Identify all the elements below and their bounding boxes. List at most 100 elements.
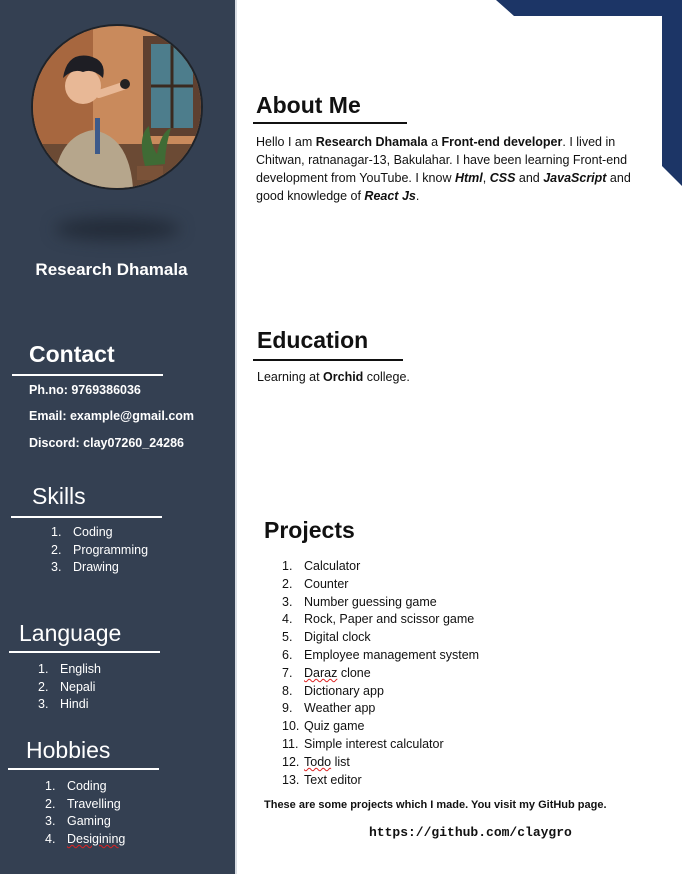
text: JavaScript xyxy=(543,171,607,185)
contact-phone: Ph.no: 9769386036 xyxy=(29,383,141,397)
list-item: 2. Travelling xyxy=(45,796,125,814)
list-label: Rock, Paper and scissor game xyxy=(304,612,475,627)
about-heading: About Me xyxy=(256,92,361,118)
list-item: 1. English xyxy=(38,661,101,679)
text: CSS xyxy=(489,171,516,185)
list-label: Calculator xyxy=(304,559,361,573)
list-item: 2. Counter xyxy=(282,576,479,594)
list-label: Quiz game xyxy=(304,719,365,734)
list-number: 10. xyxy=(282,719,300,734)
list-label: list xyxy=(331,754,350,769)
list-number: 1. xyxy=(51,525,62,539)
skills-list: 1. Coding 2. Programming 3. Drawing xyxy=(51,524,148,577)
list-number: 2. xyxy=(45,796,56,811)
github-link[interactable]: https://github.com/claygro xyxy=(369,825,572,840)
text: a xyxy=(427,135,442,149)
profile-illustration xyxy=(33,26,201,188)
list-label: Nepali xyxy=(60,679,96,694)
hobbies-heading: Hobbies xyxy=(26,737,111,763)
contact-email: Email: example@gmail.com xyxy=(29,409,195,423)
list-number: 12. xyxy=(282,754,300,769)
contact-underline xyxy=(12,374,163,376)
list-label: English xyxy=(60,662,101,676)
list-number: 5. xyxy=(282,630,293,645)
list-number: 11. xyxy=(282,736,299,751)
list-item: 1. Calculator xyxy=(282,558,479,576)
projects-note: These are some projects which I made. Yo… xyxy=(264,799,607,811)
language-list: 1. English 2. Nepali 3. Hindi xyxy=(38,661,101,714)
list-number: 1. xyxy=(38,662,49,676)
text: Hello I am xyxy=(256,135,316,149)
education-underline xyxy=(253,359,403,361)
profile-photo xyxy=(31,24,203,190)
list-number: 3. xyxy=(45,814,56,829)
contact-discord: Discord: clay07260_24286 xyxy=(29,436,184,450)
list-number: 3. xyxy=(282,594,293,609)
list-item: 5. Digital clock xyxy=(282,629,479,647)
list-label: Hindi xyxy=(60,697,89,712)
list-item: 4. Rock, Paper and scissor game xyxy=(282,611,479,629)
education-heading: Education xyxy=(257,327,369,353)
list-label: Gaming xyxy=(67,814,111,829)
list-label: Counter xyxy=(304,576,349,591)
list-label: Todo xyxy=(304,754,332,769)
list-label: Weather app xyxy=(304,701,376,716)
text: . xyxy=(415,189,420,203)
list-number: 1. xyxy=(45,779,56,793)
text: Learning at xyxy=(257,370,324,384)
list-item: 13. Text editor xyxy=(282,772,479,790)
list-item: 3. Drawing xyxy=(51,559,148,577)
list-number: 8. xyxy=(282,683,293,698)
skills-heading: Skills xyxy=(32,483,86,509)
list-number: 6. xyxy=(282,647,293,662)
list-item: 3. Number guessing game xyxy=(282,594,479,612)
list-number: 7. xyxy=(282,665,293,680)
list-label: Digital clock xyxy=(304,630,371,645)
list-item: 2. Nepali xyxy=(38,679,101,697)
list-number: 3. xyxy=(51,560,62,575)
about-paragraph: Hello I am Research Dhamala a Front-end … xyxy=(256,133,636,205)
list-number: 9. xyxy=(282,701,293,716)
list-label: Travelling xyxy=(67,796,121,811)
sidebar-divider xyxy=(235,0,237,874)
list-label: Drawing xyxy=(73,560,119,575)
text: Html xyxy=(454,171,483,185)
list-label: Employee management system xyxy=(304,647,480,662)
list-item: 8. Dictionary app xyxy=(282,683,479,701)
text: , xyxy=(482,171,490,185)
list-number: 4. xyxy=(45,831,56,846)
text: Research Dhamala xyxy=(315,135,428,149)
list-item: 1. Coding xyxy=(51,524,148,542)
education-paragraph: Learning at Orchid college. xyxy=(257,368,410,386)
profile-name: Research Dhamala xyxy=(35,260,188,279)
list-label: Programming xyxy=(73,542,149,557)
list-item: 4. Desigining xyxy=(45,831,125,849)
list-number: 2. xyxy=(38,679,49,694)
text: college. xyxy=(363,370,410,384)
list-label: Text editor xyxy=(304,772,362,787)
projects-list: 1. Calculator 2. Counter 3. Number guessing… xyxy=(282,558,479,789)
list-item: 12. Todo list xyxy=(282,754,479,772)
list-label: Number guessing game xyxy=(304,594,437,609)
sidebar: Research Dhamala Contact Ph.no: 97693860… xyxy=(0,0,237,874)
text: Orchid xyxy=(323,370,364,384)
list-label: Coding xyxy=(67,779,107,793)
projects-heading: Projects xyxy=(264,517,355,543)
list-item: 1. Coding xyxy=(45,778,125,796)
text: React Js xyxy=(364,189,416,203)
list-number: 13. xyxy=(282,772,300,787)
list-number: 2. xyxy=(51,542,62,557)
text: and xyxy=(515,171,544,185)
list-number: 4. xyxy=(282,612,293,627)
list-item: 9. Weather app xyxy=(282,700,479,718)
about-underline xyxy=(253,122,407,124)
hobbies-underline xyxy=(8,768,159,770)
language-heading: Language xyxy=(19,620,122,646)
text: Front-end developer xyxy=(441,135,563,149)
list-label: clone xyxy=(337,665,371,680)
list-label: Simple interest calculator xyxy=(304,736,444,751)
list-item: 7. Daraz clone xyxy=(282,665,479,683)
list-label: Coding xyxy=(73,525,113,539)
list-item: 3. Hindi xyxy=(38,696,101,714)
list-number: 2. xyxy=(282,576,293,591)
